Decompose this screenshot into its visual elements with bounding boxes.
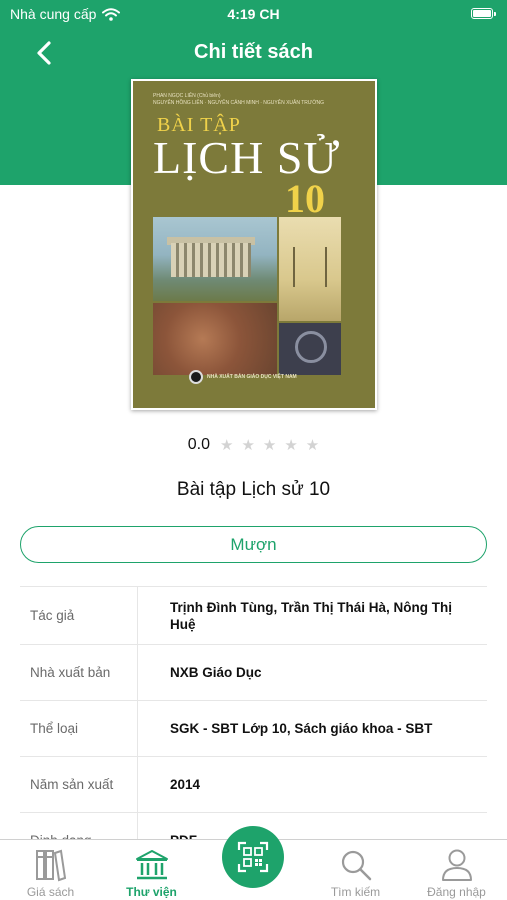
battery-icon xyxy=(471,8,496,19)
tab-label: Giá sách xyxy=(26,885,75,899)
book-cover[interactable]: PHAN NGỌC LIÊN (Chủ biên) NGUYỄN HỒNG LI… xyxy=(131,79,377,410)
nav-bar: Chi tiết sách xyxy=(0,30,507,76)
cover-artwork: PHAN NGỌC LIÊN (Chủ biên) NGUYỄN HỒNG LI… xyxy=(133,81,375,408)
status-time: 4:19 CH xyxy=(227,6,280,22)
detail-label: Thể loại xyxy=(20,701,138,756)
tab-label: Đăng nhập xyxy=(427,885,486,899)
detail-row-category: Thể loại SGK - SBT Lớp 10, Sách giáo kho… xyxy=(20,700,487,756)
star-icon[interactable]: ★ xyxy=(306,438,319,453)
detail-label: Tác giả xyxy=(20,587,138,644)
library-icon xyxy=(136,850,168,880)
rating-value: 0.0 xyxy=(187,436,210,453)
qr-scan-icon xyxy=(237,841,269,873)
rating-row: 0.0 ★ ★ ★ ★ ★ xyxy=(0,436,507,454)
detail-label: Năm sản xuất xyxy=(20,757,138,812)
detail-label: Nhà xuất bản xyxy=(20,645,138,700)
detail-value: SGK - SBT Lớp 10, Sách giáo khoa - SBT xyxy=(170,721,433,736)
publisher-logo xyxy=(189,370,203,384)
detail-row-publisher: Nhà xuất bản NXB Giáo Dục xyxy=(20,644,487,700)
detail-row-author: Tác giả Trịnh Đình Tùng, Trần Thị Thái H… xyxy=(20,586,487,644)
user-icon xyxy=(442,849,472,881)
cover-image-ship xyxy=(279,217,341,321)
book-title: Bài tập Lịch sử 10 xyxy=(176,479,331,500)
tab-login[interactable]: Đăng nhập xyxy=(406,840,507,900)
star-icon[interactable]: ★ xyxy=(284,438,297,453)
tab-label: Tìm kiếm xyxy=(330,885,381,899)
cover-image-relief xyxy=(153,303,277,375)
cover-image-machine xyxy=(279,323,341,375)
cover-grade: 10 xyxy=(285,176,325,221)
star-icon[interactable]: ★ xyxy=(263,438,276,453)
tab-search[interactable]: Tìm kiếm xyxy=(305,840,406,900)
cover-credits: PHAN NGỌC LIÊN (Chủ biên) NGUYỄN HỒNG LI… xyxy=(153,93,324,106)
cover-image-temple xyxy=(153,217,277,301)
star-icon[interactable]: ★ xyxy=(220,438,233,453)
star-icon[interactable]: ★ xyxy=(241,438,254,453)
search-icon xyxy=(341,850,372,881)
cover-publisher: NHÀ XUẤT BẢN GIÁO DỤC VIỆT NAM xyxy=(207,374,297,380)
bookshelf-icon xyxy=(36,849,66,882)
tab-library[interactable]: Thư viện xyxy=(101,840,202,900)
status-bar: Nhà cung cấp 4:19 CH xyxy=(0,0,507,28)
detail-row-year: Năm sản xuất 2014 xyxy=(20,756,487,812)
qr-scan-button[interactable] xyxy=(222,826,284,888)
tab-bookshelf[interactable]: Giá sách xyxy=(0,840,101,900)
detail-value: 2014 xyxy=(170,777,201,792)
tab-label: Thư viện xyxy=(126,885,177,899)
detail-value: Trịnh Đình Tùng, Trần Thị Thái Hà, Nông … xyxy=(170,599,452,632)
borrow-button[interactable]: Mượn xyxy=(20,526,487,563)
detail-value: NXB Giáo Dục xyxy=(170,665,262,680)
page-title: Chi tiết sách xyxy=(194,41,313,63)
